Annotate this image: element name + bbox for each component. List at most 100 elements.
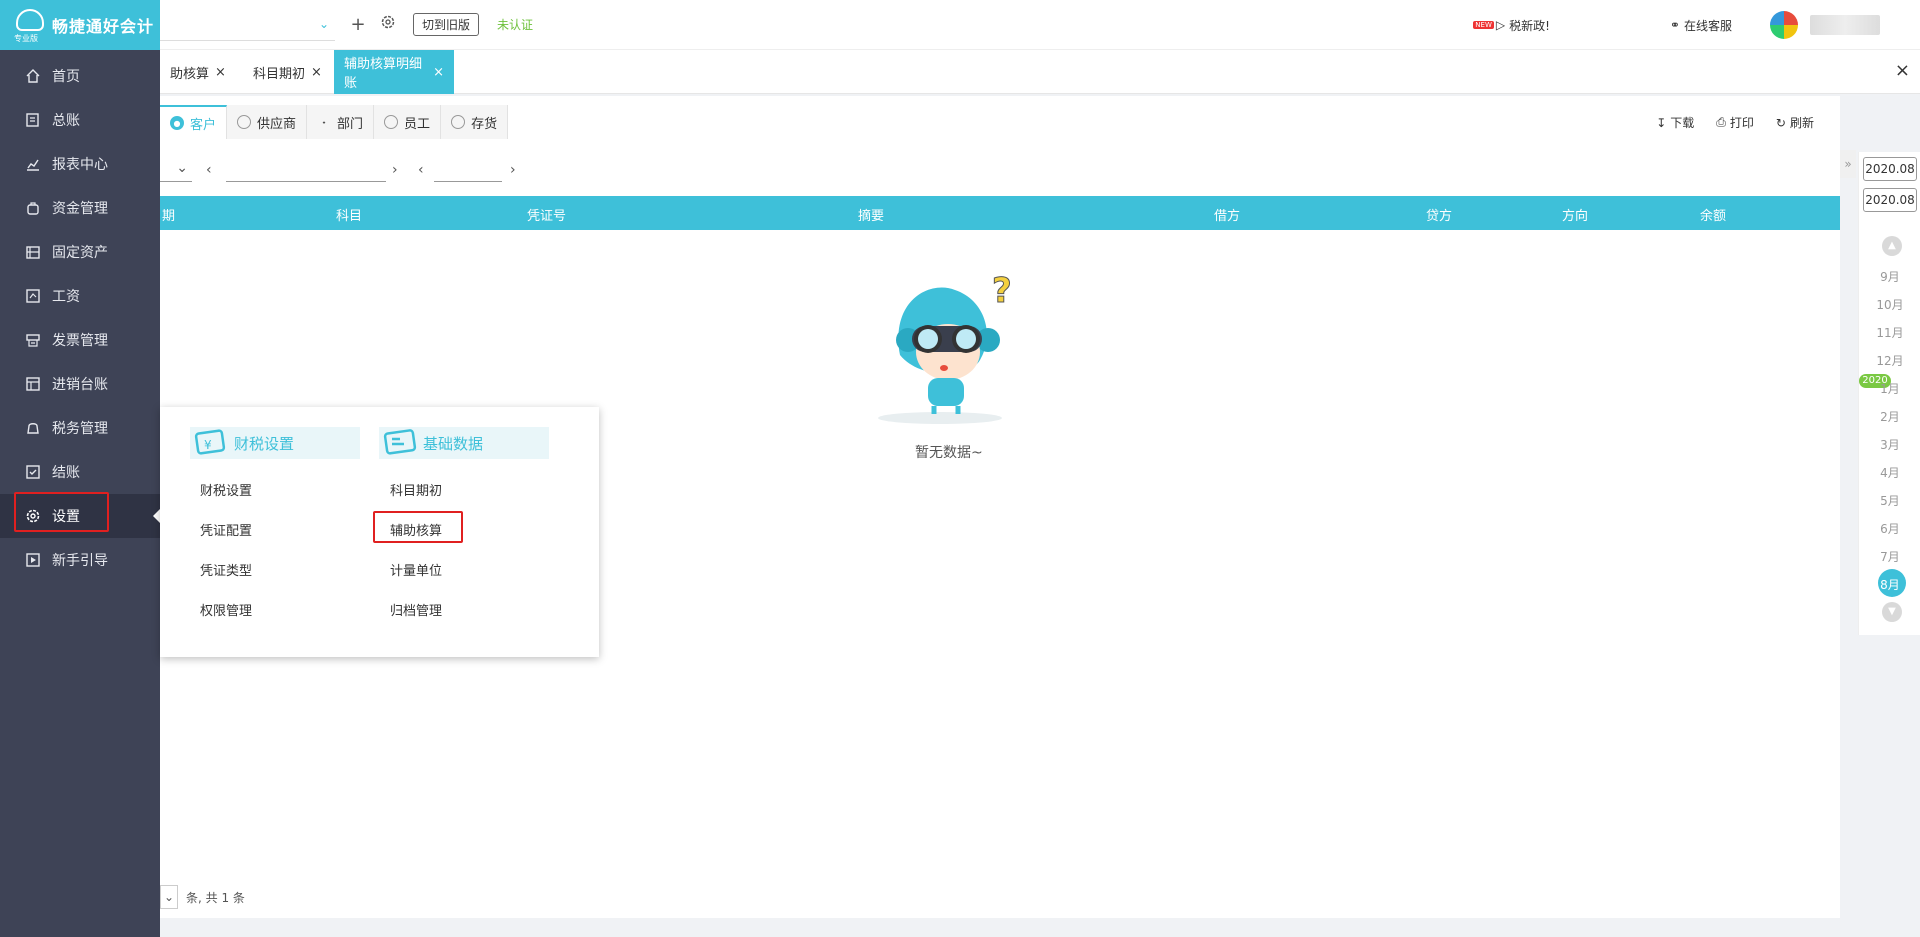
period-end[interactable]: 2020.08 [1863,188,1917,212]
month-item[interactable]: 12月 [1859,352,1920,369]
tax-settings-group-title: ¥ 财税设置 [190,427,360,459]
close-icon[interactable]: × [215,65,226,80]
sidebar-item-label: 总账 [52,113,80,129]
print-button[interactable]: ⎙ 打印 [1716,114,1754,131]
sidebar-item-guide[interactable]: 新手引导 [0,538,160,582]
online-service-link[interactable]: ⚭ 在线客服 [1670,17,1732,34]
menu-item-aux-accounting[interactable]: 辅助核算 [390,520,442,539]
new-badge: NEW [1473,21,1494,29]
subtab-customer[interactable]: ● 客户 [160,105,228,139]
page-size-select[interactable]: ⌄ [160,885,178,909]
guide-icon [24,551,42,569]
refresh-icon: ↻ [1775,115,1786,130]
menu-item-units[interactable]: 计量单位 [390,560,442,579]
sidebar-item-label: 首页 [52,69,80,85]
tab-aux-accounting[interactable]: 助核算 × [160,50,236,94]
menu-item-tax-settings[interactable]: 财税设置 [200,480,252,499]
chevron-down-icon: ⌄ [163,890,175,904]
month-item[interactable]: 9月 [1859,268,1920,285]
tax-news-link[interactable]: NEW ▷ 税新政! [1473,17,1550,34]
month-item-current[interactable]: 8月 [1859,576,1920,593]
sidebar: 专业版 畅捷通好会计 首页 总账 报表中心 资金管理 固定资产 工资 发票管理 … [0,0,160,937]
tab-opening-balances[interactable]: 科目期初 × [243,50,332,94]
menu-item-archive[interactable]: 归档管理 [390,600,442,619]
subtab-label: 供应商 [257,116,297,132]
sidebar-item-invoices[interactable]: 发票管理 [0,318,160,362]
sidebar-item-settings[interactable]: 设置 [0,494,160,538]
month-item[interactable]: 1月 [1859,380,1920,397]
month-item[interactable]: 5月 [1859,492,1920,509]
sidebar-item-inventory[interactable]: 进销台账 [0,362,160,406]
subtab-employee[interactable]: 员工 [374,105,442,139]
next-item-arrow[interactable]: › [510,162,516,178]
user-name-blurred[interactable] [1810,15,1880,35]
sidebar-item-label: 新手引导 [52,553,108,569]
subject-input[interactable] [226,160,386,182]
month-item[interactable]: 3月 [1859,436,1920,453]
sidebar-item-assets[interactable]: 固定资产 [0,230,160,274]
basic-data-group-title: 基础数据 [379,427,549,459]
subtab-supplier[interactable]: 供应商 [227,105,308,139]
refresh-button[interactable]: ↻ 刷新 [1776,114,1814,131]
prev-subject-arrow[interactable]: ‹ [206,162,212,178]
stock-icon [451,115,466,129]
add-icon[interactable]: + [345,14,371,35]
avatar[interactable] [1770,11,1798,39]
menu-item-voucher-config[interactable]: 凭证配置 [200,520,252,539]
settings-flyout-menu: ¥ 财税设置 基础数据 财税设置 凭证配置 凭证类型 权限管理 科目期初 辅助核… [160,407,599,657]
close-all-tabs-icon[interactable]: × [1895,60,1910,81]
empty-state-illustration: ? [860,260,1020,434]
tab-aux-detail-ledger[interactable]: 辅助核算明细账 × [334,50,454,94]
prev-item-arrow[interactable]: ‹ [418,162,424,178]
sidebar-item-label: 进销台账 [52,377,108,393]
month-item[interactable]: 2月 [1859,408,1920,425]
month-item[interactable]: 11月 [1859,324,1920,341]
sidebar-item-salary[interactable]: 工资 [0,274,160,318]
month-item[interactable]: 10月 [1859,296,1920,313]
subtab-stock[interactable]: 存货 [441,105,509,139]
unverified-status[interactable]: 未认证 [497,16,533,33]
online-service-label: 在线客服 [1683,18,1732,33]
rail-collapse-toggle[interactable]: » [1840,150,1856,178]
sidebar-item-home[interactable]: 首页 [0,54,160,98]
tab-label: 辅助核算明细账 [344,57,423,91]
download-button[interactable]: ↧ 下载 [1656,114,1694,131]
sidebar-item-reports[interactable]: 报表中心 [0,142,160,186]
salary-icon [24,287,42,305]
report-icon [24,155,42,173]
account-set-select[interactable]: ⌄ [160,9,335,41]
menu-item-opening-balances[interactable]: 科目期初 [390,480,442,499]
subtab-label: 存货 [471,116,498,132]
chevron-down-icon[interactable]: ▼ [1882,602,1902,622]
sidebar-item-label: 工资 [52,289,80,305]
sidebar-item-ledger[interactable]: 总账 [0,98,160,142]
month-item[interactable]: 7月 [1859,548,1920,565]
menu-item-voucher-types[interactable]: 凭证类型 [200,560,252,579]
close-icon[interactable]: × [433,65,444,80]
download-icon: ↧ [1656,115,1667,130]
gear-icon [24,507,42,525]
switch-old-version-button[interactable]: 切到旧版 [413,13,480,36]
menu-item-permissions[interactable]: 权限管理 [200,600,252,619]
app-logo[interactable]: 专业版 畅捷通好会计 [0,0,160,50]
subtab-department[interactable]: ⋆ 部门 [307,105,375,139]
close-icon[interactable]: × [311,65,322,80]
sidebar-item-close-books[interactable]: 结账 [0,450,160,494]
account-filter-select[interactable]: ⌄ [160,160,192,182]
column-header: 贷方 [1426,209,1453,224]
next-subject-arrow[interactable]: › [392,162,398,178]
period-start[interactable]: 2020.08 [1863,157,1917,181]
month-item[interactable]: 6月 [1859,520,1920,537]
sidebar-item-label: 税务管理 [52,421,108,437]
chevron-down-icon: ⌄ [176,160,188,176]
period-rail: 2020.08 2020.08 ▲ 9月 10月 11月 12月 2020 1月… [1858,152,1920,635]
sidebar-item-funds[interactable]: 资金管理 [0,186,160,230]
svg-text:¥: ¥ [204,438,212,452]
item-input[interactable] [434,160,502,182]
subtab-label: 客户 [190,117,217,133]
chevron-up-icon[interactable]: ▲ [1882,236,1902,256]
ledger-icon [24,111,42,129]
sidebar-item-tax[interactable]: 税务管理 [0,406,160,450]
month-item[interactable]: 4月 [1859,464,1920,481]
gear-icon[interactable] [375,14,401,35]
